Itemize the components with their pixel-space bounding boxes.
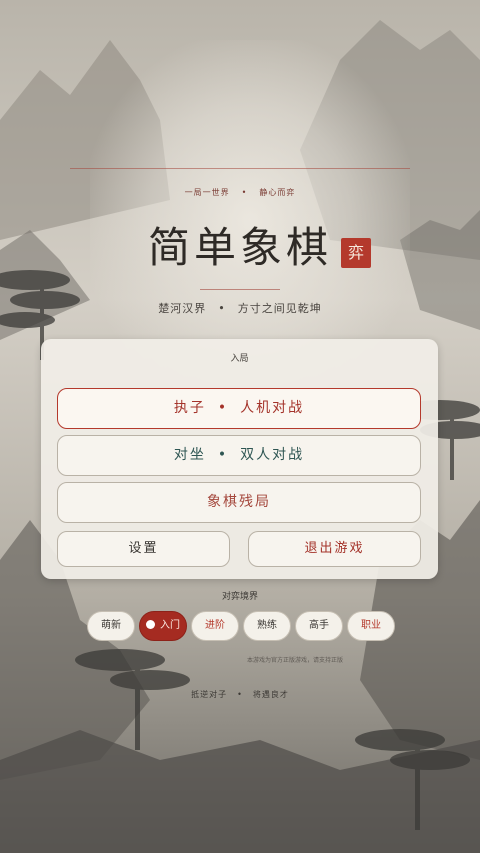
difficulty-option-novice[interactable]: 萌新 <box>87 611 135 641</box>
difficulty-selector: 萌新 入门 进阶 熟练 高手 职业 <box>87 611 407 641</box>
footer-right: 将遇良才 <box>252 690 289 699</box>
seal-stamp: 弈 <box>341 238 371 268</box>
difficulty-label: 对弈境界 <box>221 592 258 602</box>
footer-separator: • <box>237 690 243 699</box>
endgame-button[interactable]: 象棋残局 <box>57 482 421 523</box>
menu-section-label: 入局 <box>230 354 249 364</box>
motto-separator: • <box>241 188 248 197</box>
subtitle-right: 方寸之间见乾坤 <box>237 302 322 315</box>
ai-battle-label-right: 人机对战 <box>240 400 305 416</box>
two-player-button[interactable]: 对坐 • 双人对战 <box>57 435 421 476</box>
settings-button[interactable]: 设置 <box>57 531 230 567</box>
footer-left: 抵逆对子 <box>191 690 228 699</box>
subtitle-left: 楚河汉界 <box>158 302 207 315</box>
title-underline <box>200 289 280 290</box>
difficulty-option-skilled[interactable]: 熟练 <box>243 611 291 641</box>
two-player-label-right: 双人对战 <box>240 447 305 463</box>
two-player-separator: • <box>217 447 229 463</box>
difficulty-option-beginner-label: 入门 <box>160 620 180 631</box>
difficulty-option-pro[interactable]: 职业 <box>347 611 395 641</box>
selected-radio-icon <box>146 620 155 629</box>
footer-motto: 抵逆对子 • 将遇良才 <box>0 689 480 700</box>
exit-game-button[interactable]: 退出游戏 <box>248 531 421 567</box>
ai-battle-button[interactable]: 执子 • 人机对战 <box>57 388 421 429</box>
difficulty-option-expert[interactable]: 高手 <box>295 611 343 641</box>
motto-right: 静心而弈 <box>259 188 296 197</box>
subtitle-separator: • <box>218 302 226 315</box>
ai-battle-label-left: 执子 <box>173 400 206 416</box>
subtitle: 楚河汉界 • 方寸之间见乾坤 <box>0 300 480 316</box>
notice-text: 本游戏为官方正版游戏，请支持正版 <box>246 657 343 664</box>
ai-battle-separator: • <box>217 400 229 416</box>
difficulty-option-beginner[interactable]: 入门 <box>139 611 187 641</box>
main-menu-panel: 入局 执子 • 人机对战 对坐 • 双人对战 象棋残局 设置 退出游戏 <box>41 339 438 579</box>
game-title: 简单象棋 <box>147 223 332 272</box>
two-player-label-left: 对坐 <box>173 447 206 463</box>
motto: 一局一世界 • 静心而弈 <box>0 187 480 198</box>
difficulty-option-advanced[interactable]: 进阶 <box>191 611 239 641</box>
motto-left: 一局一世界 <box>184 188 230 197</box>
top-divider <box>70 168 410 169</box>
